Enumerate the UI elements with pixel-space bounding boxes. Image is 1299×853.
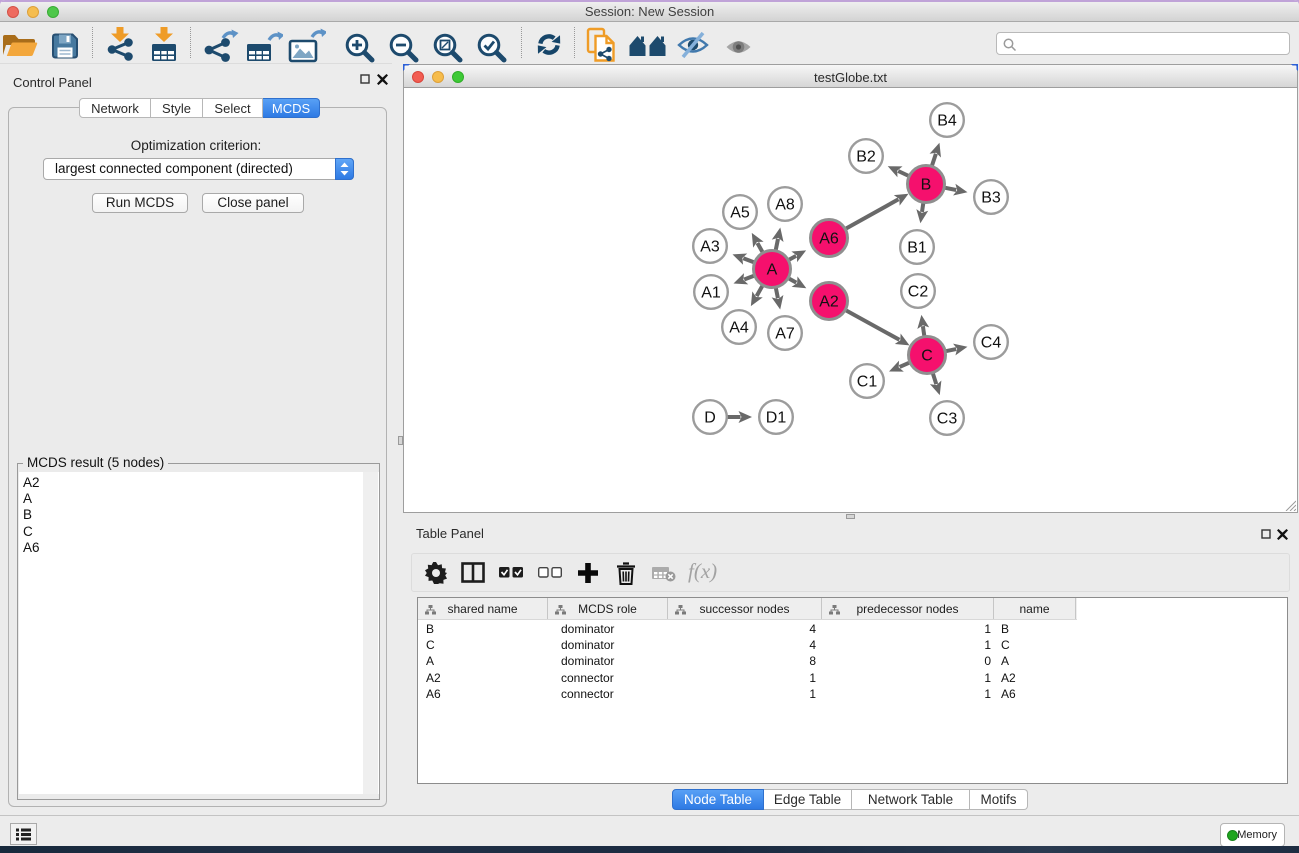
svg-text:B4: B4 — [937, 113, 957, 130]
svg-text:B: B — [921, 177, 932, 194]
svg-text:C1: C1 — [857, 374, 878, 391]
svg-text:B2: B2 — [856, 149, 876, 166]
svg-text:A7: A7 — [775, 326, 795, 343]
svg-text:A6: A6 — [819, 231, 839, 248]
svg-text:A: A — [767, 262, 778, 279]
svg-text:C4: C4 — [981, 335, 1002, 352]
svg-text:A1: A1 — [701, 285, 721, 302]
svg-text:C2: C2 — [908, 284, 929, 301]
svg-text:A3: A3 — [700, 239, 720, 256]
svg-text:C: C — [921, 348, 933, 365]
svg-text:C3: C3 — [937, 411, 958, 428]
svg-text:D: D — [704, 410, 716, 427]
svg-text:B1: B1 — [907, 240, 927, 257]
svg-text:A4: A4 — [729, 320, 749, 337]
svg-text:A8: A8 — [775, 197, 795, 214]
svg-text:A2: A2 — [819, 294, 839, 311]
svg-text:A5: A5 — [730, 205, 750, 222]
svg-text:B3: B3 — [981, 190, 1001, 207]
svg-text:D1: D1 — [766, 410, 787, 427]
